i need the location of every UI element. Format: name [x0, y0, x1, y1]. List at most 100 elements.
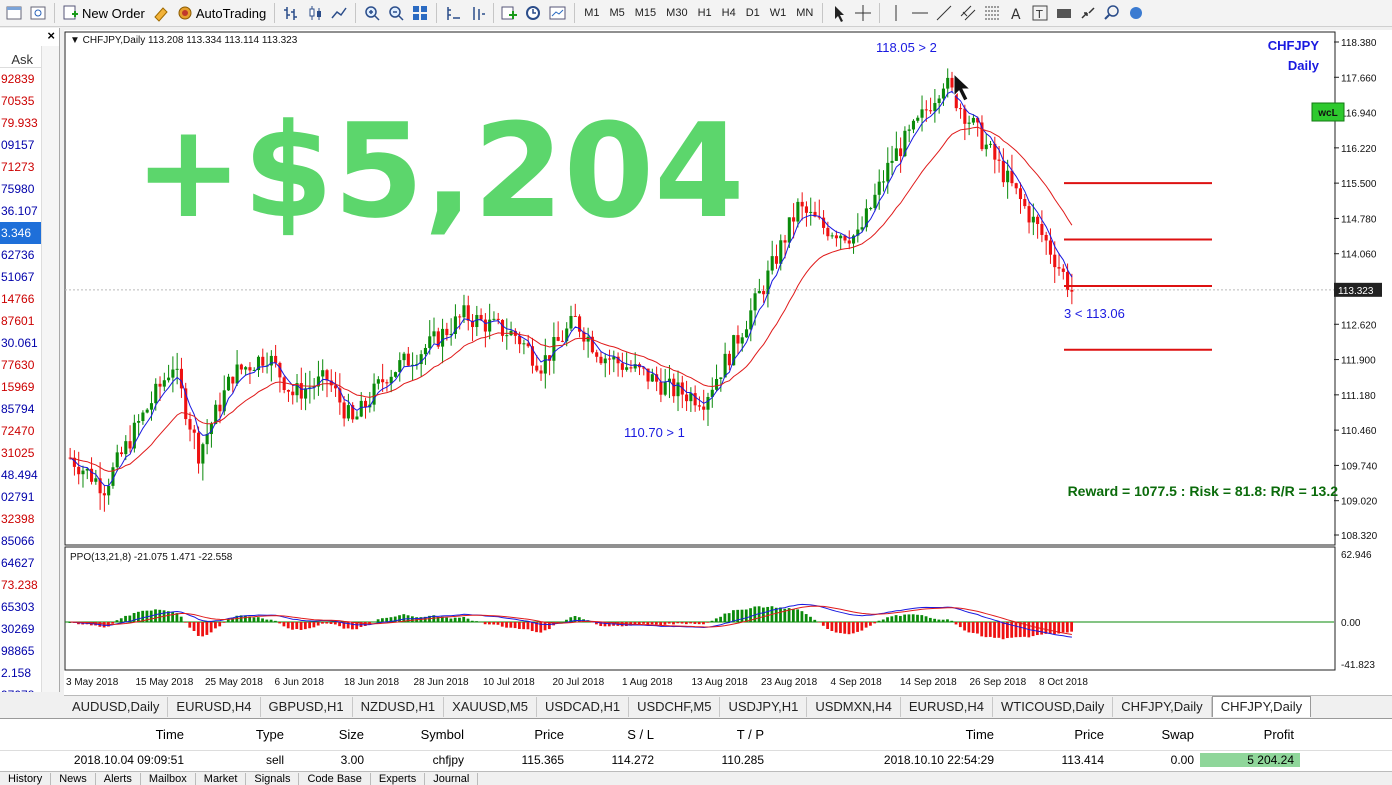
- chart-tab[interactable]: USDCHF,M5: [629, 697, 720, 717]
- chart-window-icon[interactable]: [3, 2, 25, 24]
- timeframe-m1[interactable]: M1: [579, 7, 604, 19]
- terminal-tab[interactable]: Mailbox: [141, 773, 196, 785]
- candle-body: [458, 316, 461, 317]
- chart-window[interactable]: 118.380117.660116.940116.220115.500114.7…: [64, 30, 1392, 695]
- timeframe-m30[interactable]: M30: [661, 7, 692, 19]
- ppo-histogram-bar: [933, 619, 936, 622]
- terminal-tab[interactable]: Journal: [425, 773, 478, 785]
- periods-icon[interactable]: [523, 2, 545, 24]
- chart-tab[interactable]: WTICOUSD,Daily: [993, 697, 1113, 717]
- candle-body: [116, 452, 119, 467]
- terminal-column-header[interactable]: Swap: [1110, 727, 1200, 742]
- terminal-column-header[interactable]: S / L: [570, 727, 660, 742]
- terminal-column-header[interactable]: Size: [290, 727, 370, 742]
- ppo-histogram-bar: [137, 612, 140, 622]
- metaeditor-icon[interactable]: [150, 2, 172, 24]
- terminal-column-header[interactable]: Type: [190, 727, 290, 742]
- timeframe-h1[interactable]: H1: [693, 7, 717, 19]
- chart-shift-icon[interactable]: [442, 2, 464, 24]
- market-watch-close-button[interactable]: ×: [0, 28, 59, 46]
- terminal-column-header[interactable]: T / P: [660, 727, 770, 742]
- terminal-tab[interactable]: History: [0, 773, 51, 785]
- terminal-tab[interactable]: Market: [196, 773, 247, 785]
- ppo-histogram-bar: [860, 622, 863, 631]
- candle-body: [706, 397, 709, 410]
- bar-chart-icon[interactable]: [280, 2, 302, 24]
- ppo-histogram-bar: [505, 622, 508, 628]
- chart-header-text: ▼ CHFJPY,Daily 113.208 113.334 113.114 1…: [70, 35, 298, 46]
- autoscroll-icon[interactable]: [466, 2, 488, 24]
- candle-body: [1053, 255, 1056, 267]
- terminal-tab[interactable]: Signals: [246, 773, 299, 785]
- zoom-in-icon[interactable]: [361, 2, 383, 24]
- shapes-icon[interactable]: [1053, 2, 1075, 24]
- vertical-line-icon[interactable]: [885, 2, 907, 24]
- autotrading-button[interactable]: AutoTrading: [174, 2, 269, 25]
- chart-tab[interactable]: CHFJPY,Daily: [1113, 697, 1211, 717]
- terminal-tab[interactable]: Experts: [371, 773, 425, 785]
- chart-tab[interactable]: NZDUSD,H1: [353, 697, 444, 717]
- tile-windows-icon[interactable]: [409, 2, 431, 24]
- timeframe-m5[interactable]: M5: [604, 7, 629, 19]
- indicator-panel-frame: [65, 547, 1335, 670]
- timeframe-mn[interactable]: MN: [791, 7, 818, 19]
- horizontal-line-icon[interactable]: [909, 2, 931, 24]
- candle-body: [672, 379, 675, 396]
- cursor-icon[interactable]: [828, 2, 850, 24]
- chart-tab[interactable]: AUDUSD,Daily: [64, 697, 168, 717]
- channel-icon[interactable]: [957, 2, 979, 24]
- trade-row[interactable]: 2018.10.04 09:09:51sell3.00chfjpy115.365…: [0, 751, 1392, 769]
- community-icon[interactable]: [1125, 2, 1147, 24]
- chart-tab[interactable]: GBPUSD,H1: [261, 697, 353, 717]
- date-axis-label: 25 May 2018: [205, 677, 263, 688]
- ppo-histogram-bar: [886, 617, 889, 622]
- terminal-column-header[interactable]: Price: [1000, 727, 1110, 742]
- terminal-tab[interactable]: Code Base: [299, 773, 370, 785]
- line-chart-icon[interactable]: [328, 2, 350, 24]
- ppo-histogram-bar: [972, 622, 975, 633]
- trade-cell: 2018.10.10 22:54:29: [770, 753, 1000, 767]
- new-order-button[interactable]: New Order: [60, 2, 148, 25]
- svg-text:A: A: [1011, 7, 1021, 23]
- templates-icon[interactable]: [547, 2, 569, 24]
- chart-tab[interactable]: USDCAD,H1: [537, 697, 629, 717]
- candle-body: [1040, 224, 1043, 235]
- chart-tab[interactable]: USDMXN,H4: [807, 697, 901, 717]
- candlestick-icon[interactable]: [304, 2, 326, 24]
- date-axis-label: 4 Sep 2018: [831, 677, 883, 688]
- search-icon[interactable]: [1101, 2, 1123, 24]
- timeframe-h4[interactable]: H4: [717, 7, 741, 19]
- crosshair-icon[interactable]: [852, 2, 874, 24]
- candle-body: [291, 392, 294, 396]
- zoom-chart-icon[interactable]: [27, 2, 49, 24]
- price-chart-svg[interactable]: 118.380117.660116.940116.220115.500114.7…: [64, 30, 1392, 695]
- timeframe-d1[interactable]: D1: [741, 7, 765, 19]
- terminal-column-header[interactable]: Symbol: [370, 727, 470, 742]
- toolbar-separator: [879, 3, 880, 23]
- chart-tab[interactable]: XAUUSD,M5: [444, 697, 537, 717]
- zoom-out-icon[interactable]: [385, 2, 407, 24]
- terminal-column-header[interactable]: Time: [0, 727, 190, 742]
- chart-tab[interactable]: CHFJPY,Daily: [1212, 696, 1311, 717]
- timeframe-w1[interactable]: W1: [765, 7, 792, 19]
- candle-body: [784, 240, 787, 242]
- timeframe-m15[interactable]: M15: [630, 7, 661, 19]
- fibonacci-icon[interactable]: [981, 2, 1003, 24]
- chart-tab[interactable]: USDJPY,H1: [720, 697, 807, 717]
- terminal-tab[interactable]: Alerts: [96, 773, 141, 785]
- terminal-tab[interactable]: News: [51, 773, 96, 785]
- text-icon[interactable]: A: [1005, 2, 1027, 24]
- chart-tab[interactable]: EURUSD,H4: [168, 697, 260, 717]
- market-watch-scrollbar[interactable]: [41, 46, 59, 692]
- chart-tab[interactable]: EURUSD,H4: [901, 697, 993, 717]
- candle-body: [518, 336, 521, 344]
- main-toolbar: New Order AutoTrading M1 M5 M15 M30 H1 H…: [0, 0, 1392, 27]
- indicators-icon[interactable]: [499, 2, 521, 24]
- terminal-column-header[interactable]: Time: [770, 727, 1000, 742]
- candle-body: [775, 256, 778, 264]
- text-label-icon[interactable]: T: [1029, 2, 1051, 24]
- terminal-column-header[interactable]: Profit: [1200, 727, 1300, 742]
- trendline-icon[interactable]: [933, 2, 955, 24]
- arrows-icon[interactable]: [1077, 2, 1099, 24]
- terminal-column-header[interactable]: Price: [470, 727, 570, 742]
